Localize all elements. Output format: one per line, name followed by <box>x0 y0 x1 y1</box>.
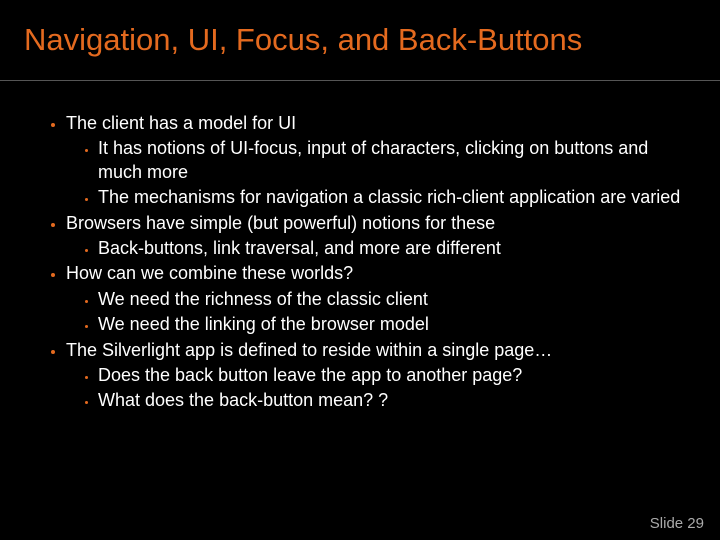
bullet-text: It has notions of UI-focus, input of cha… <box>98 138 648 181</box>
slide-body: The client has a model for UI It has not… <box>38 112 692 415</box>
bullet-text: The Silverlight app is defined to reside… <box>66 340 552 360</box>
list-item: Browsers have simple (but powerful) noti… <box>66 212 692 261</box>
slide: Navigation, UI, Focus, and Back-Buttons … <box>0 0 720 540</box>
bullet-text: Back-buttons, link traversal, and more a… <box>98 238 501 258</box>
list-item: What does the back-button mean? ? <box>98 389 692 412</box>
list-item: We need the richness of the classic clie… <box>98 288 692 311</box>
bullet-list: The client has a model for UI It has not… <box>38 112 692 413</box>
bullet-text: The mechanisms for navigation a classic … <box>98 187 680 207</box>
list-item: How can we combine these worlds? We need… <box>66 262 692 336</box>
bullet-text: We need the richness of the classic clie… <box>98 289 428 309</box>
bullet-text: What does the back-button mean? ? <box>98 390 388 410</box>
bullet-sublist: It has notions of UI-focus, input of cha… <box>66 137 692 209</box>
bullet-text: Does the back button leave the app to an… <box>98 365 522 385</box>
list-item: The client has a model for UI It has not… <box>66 112 692 210</box>
slide-title: Navigation, UI, Focus, and Back-Buttons <box>24 22 702 58</box>
bullet-text: Browsers have simple (but powerful) noti… <box>66 213 495 233</box>
bullet-sublist: We need the richness of the classic clie… <box>66 288 692 337</box>
bullet-text: The client has a model for UI <box>66 113 296 133</box>
bullet-sublist: Does the back button leave the app to an… <box>66 364 692 413</box>
list-item: The Silverlight app is defined to reside… <box>66 339 692 413</box>
slide-number: Slide 29 <box>650 515 704 532</box>
bullet-sublist: Back-buttons, link traversal, and more a… <box>66 237 692 260</box>
list-item: We need the linking of the browser model <box>98 313 692 336</box>
list-item: Does the back button leave the app to an… <box>98 364 692 387</box>
title-underline <box>0 80 720 81</box>
list-item: It has notions of UI-focus, input of cha… <box>98 137 692 184</box>
bullet-text: How can we combine these worlds? <box>66 263 353 283</box>
list-item: The mechanisms for navigation a classic … <box>98 186 692 209</box>
list-item: Back-buttons, link traversal, and more a… <box>98 237 692 260</box>
bullet-text: We need the linking of the browser model <box>98 314 429 334</box>
